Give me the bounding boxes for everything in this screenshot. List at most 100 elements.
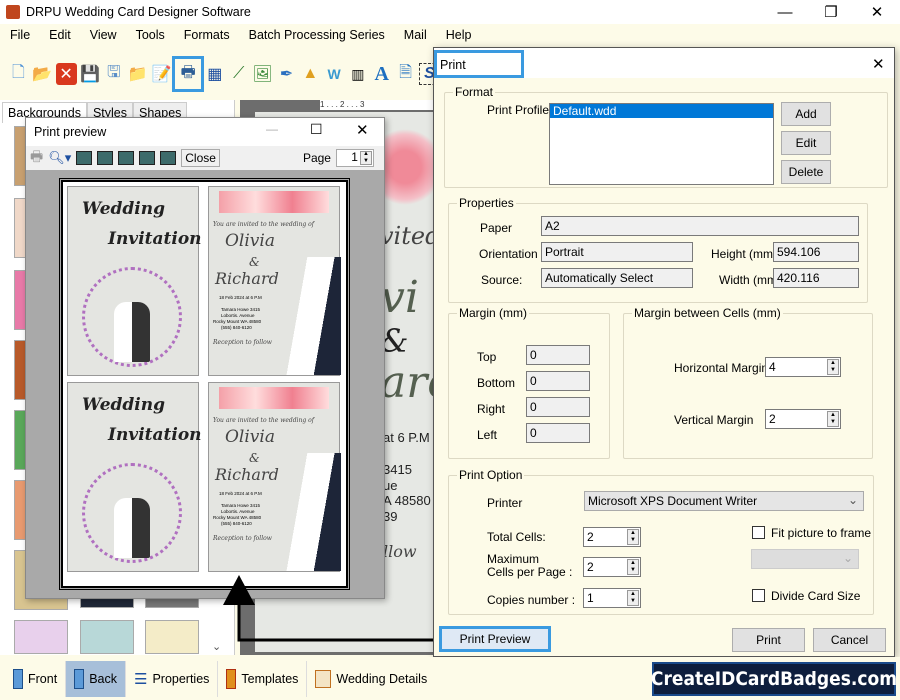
bride-name: Olivia: [225, 427, 275, 447]
profile-item[interactable]: Default.wdd: [550, 104, 773, 118]
total-cells-spinner[interactable]: 2 ▲ ▼: [583, 527, 641, 547]
delete-button[interactable]: Delete: [781, 160, 831, 184]
layers-icon[interactable]: ▦: [204, 63, 225, 85]
text-box-icon[interactable]: 🗎: [395, 63, 416, 85]
brand-logo: CreateIDCardBadges.com: [651, 662, 897, 696]
properties-group: Properties Paper A2 Orientation Portrait…: [448, 196, 868, 303]
background-thumb[interactable]: [80, 620, 134, 654]
templates-tab[interactable]: Templates: [218, 660, 308, 697]
top-margin-field[interactable]: 0: [526, 345, 590, 365]
fit-picture-checkbox[interactable]: [752, 526, 765, 539]
pen-icon[interactable]: ✒: [276, 63, 297, 85]
fit-mode-select[interactable]: ⌄: [751, 549, 859, 569]
event-date: 18 Feb 2024 at 6 P.M: [219, 491, 262, 496]
page-setup-icon[interactable]: 📝: [151, 63, 172, 85]
open-icon[interactable]: 📂: [32, 63, 53, 85]
card-text: vited: [380, 222, 441, 250]
spin-arrows-icon[interactable]: ▲ ▼: [627, 529, 639, 545]
spin-arrows-icon[interactable]: ▲ ▼: [827, 359, 839, 375]
bottom-label: Bottom: [477, 376, 516, 390]
preview-close-x-button[interactable]: ✕: [356, 121, 369, 139]
front-title-1: Wedding: [82, 395, 165, 415]
zoom-icon[interactable]: 🔍︎▾: [48, 150, 71, 166]
card-front-cell: Wedding Invitation: [67, 382, 202, 572]
menu-file[interactable]: File: [10, 28, 30, 42]
card-back-cell: You are invited to the wedding of Olivia…: [208, 186, 341, 376]
properties-tab[interactable]: ☰ Properties: [126, 660, 219, 697]
chevron-down-icon: ⌄: [847, 493, 858, 507]
front-icon: [13, 668, 23, 689]
print-profile-list[interactable]: Default.wdd: [549, 103, 774, 185]
card-back-cell: You are invited to the wedding of Olivia…: [208, 382, 341, 572]
properties-legend: Properties: [457, 196, 516, 210]
minimize-button[interactable]: —: [762, 0, 808, 24]
menu-mail[interactable]: Mail: [404, 28, 427, 42]
preview-area: Wedding Invitation You are invited to th…: [26, 170, 384, 598]
wedding-details-tab[interactable]: Wedding Details: [307, 661, 435, 697]
menu-tools[interactable]: Tools: [136, 28, 165, 42]
bottom-margin-field[interactable]: 0: [526, 371, 590, 391]
print-preview-button[interactable]: Print Preview: [439, 626, 551, 652]
dialog-close-icon[interactable]: ✕: [872, 55, 885, 73]
menu-batch[interactable]: Batch Processing Series: [249, 28, 385, 42]
back-label: Back: [89, 671, 117, 686]
menu-help[interactable]: Help: [446, 28, 472, 42]
background-thumb[interactable]: [14, 620, 68, 654]
save-icon[interactable]: 💾: [80, 63, 101, 85]
menu-formats[interactable]: Formats: [184, 28, 230, 42]
four-pages-icon[interactable]: [139, 151, 156, 165]
edit-button[interactable]: Edit: [781, 131, 831, 155]
back-tab[interactable]: Back: [66, 660, 126, 697]
add-button[interactable]: Add: [781, 102, 831, 126]
print-icon[interactable]: 🖶: [171, 56, 205, 92]
page-spinner[interactable]: 1 ▲ ▼: [335, 149, 374, 167]
spin-arrows-icon[interactable]: ▲ ▼: [827, 411, 839, 427]
save-as-icon[interactable]: 🖫: [103, 63, 124, 85]
two-pages-icon[interactable]: [97, 151, 114, 165]
spin-arrows-icon[interactable]: ▲ ▼: [627, 590, 639, 606]
preview-close-button[interactable]: Close: [181, 149, 220, 167]
printer-icon[interactable]: 🖶: [30, 146, 43, 170]
total-cells-label: Total Cells:: [487, 530, 546, 544]
horizontal-margin-spinner[interactable]: 4 ▲ ▼: [765, 357, 841, 377]
three-pages-icon[interactable]: [118, 151, 135, 165]
barcode-icon[interactable]: ▥: [348, 63, 369, 85]
new-icon[interactable]: 🗋: [8, 63, 29, 85]
left-margin-field[interactable]: 0: [526, 423, 590, 443]
export-icon[interactable]: 📁: [127, 63, 148, 85]
one-page-icon[interactable]: [76, 151, 93, 165]
max-cells-spinner[interactable]: 2 ▲ ▼: [583, 557, 641, 577]
cancel-button[interactable]: Cancel: [813, 628, 886, 652]
right-margin-field[interactable]: 0: [526, 397, 590, 417]
dialog-title: Print: [434, 50, 524, 78]
spin-arrows-icon[interactable]: ▲ ▼: [359, 151, 372, 165]
six-pages-icon[interactable]: [160, 151, 177, 165]
preview-minimize-button[interactable]: —: [266, 122, 278, 136]
card-front-cell: Wedding Invitation: [67, 186, 202, 376]
wordart-icon[interactable]: W: [324, 63, 345, 85]
spin-arrows-icon[interactable]: ▲ ▼: [627, 559, 639, 575]
cell-margin-legend: Margin between Cells (mm): [632, 306, 783, 320]
close-button[interactable]: ✕: [854, 0, 900, 24]
text-icon[interactable]: A: [371, 63, 392, 85]
shapes-icon[interactable]: ▲: [300, 63, 321, 85]
line-icon[interactable]: ⟋: [228, 63, 249, 85]
preview-maximize-button[interactable]: ☐: [310, 121, 323, 138]
image-icon[interactable]: 🖼: [252, 63, 273, 85]
background-thumb[interactable]: [145, 620, 199, 654]
printer-select[interactable]: Microsoft XPS Document Writer ⌄: [584, 491, 864, 511]
copies-spinner[interactable]: 1 ▲ ▼: [583, 588, 641, 608]
height-label: Height (mm): [711, 247, 778, 261]
restore-button[interactable]: ❐: [808, 0, 854, 24]
front-tab[interactable]: Front: [5, 660, 67, 697]
card-text: 39: [383, 509, 398, 524]
vertical-margin-spinner[interactable]: 2 ▲ ▼: [765, 409, 841, 429]
close-file-icon[interactable]: ✕: [55, 63, 77, 85]
print-button[interactable]: Print: [732, 628, 805, 652]
menu-view[interactable]: View: [90, 28, 117, 42]
margin-legend: Margin (mm): [457, 306, 529, 320]
reception-line: Reception to follow: [213, 535, 272, 542]
menu-edit[interactable]: Edit: [49, 28, 71, 42]
divide-card-checkbox[interactable]: [752, 589, 765, 602]
couple-illustration: [271, 257, 341, 375]
